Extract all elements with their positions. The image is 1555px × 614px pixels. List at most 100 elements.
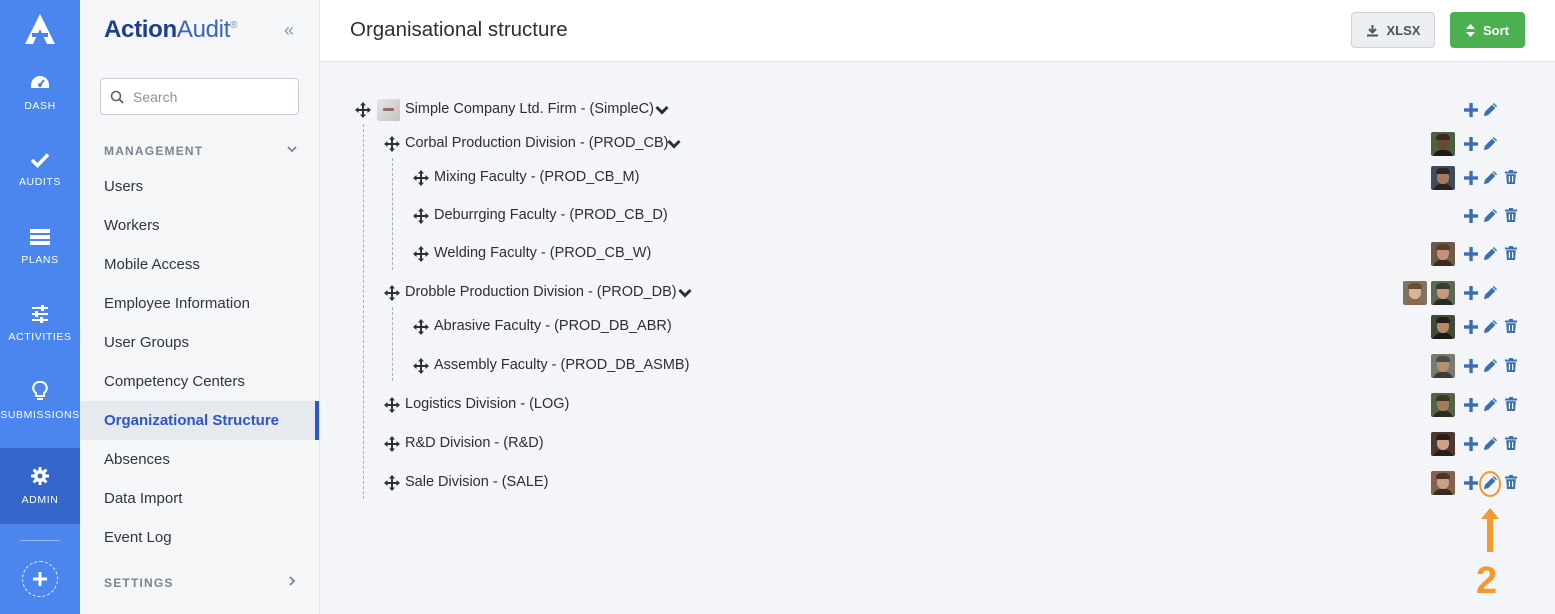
move-handle-icon xyxy=(413,246,429,262)
trash-icon xyxy=(1505,170,1517,189)
move-handle[interactable] xyxy=(384,397,400,413)
export-xlsx-button[interactable]: XLSX xyxy=(1351,12,1435,48)
edit-button[interactable] xyxy=(1482,102,1498,118)
pencil-icon xyxy=(1483,397,1498,417)
add-child-button[interactable] xyxy=(1463,319,1479,335)
chevron-down-icon[interactable] xyxy=(678,286,692,300)
tree-node-label[interactable]: R&D Division - (R&D) xyxy=(405,435,544,451)
add-child-button[interactable] xyxy=(1463,397,1479,413)
chevron-down-icon[interactable] xyxy=(655,103,669,117)
annotation-step-number: 2 xyxy=(1476,560,1498,602)
plus-icon xyxy=(1464,320,1478,339)
delete-button[interactable] xyxy=(1503,246,1519,262)
avatar[interactable] xyxy=(1431,393,1455,417)
move-handle-icon xyxy=(355,102,371,118)
move-handle-icon xyxy=(413,358,429,374)
brand-main: Action xyxy=(104,16,177,43)
add-child-button[interactable] xyxy=(1463,246,1479,262)
tree-node-label[interactable]: Simple Company Ltd. Firm - (SimpleC) xyxy=(405,101,654,117)
sort-icon xyxy=(1466,23,1475,37)
tree-node-label[interactable]: Mixing Faculty - (PROD_CB_M) xyxy=(434,169,639,185)
avatar[interactable] xyxy=(1431,132,1455,156)
edit-button[interactable] xyxy=(1482,358,1498,374)
delete-button[interactable] xyxy=(1503,475,1519,491)
move-handle[interactable] xyxy=(413,246,429,262)
tree-node-label[interactable]: Welding Faculty - (PROD_CB_W) xyxy=(434,245,651,261)
move-handle[interactable] xyxy=(384,475,400,491)
settings-section-header[interactable]: SETTINGS xyxy=(104,576,300,590)
avatar[interactable] xyxy=(1431,432,1455,456)
delete-button[interactable] xyxy=(1503,358,1519,374)
delete-button[interactable] xyxy=(1503,170,1519,186)
avatar[interactable] xyxy=(1403,281,1427,305)
avatar[interactable] xyxy=(1431,354,1455,378)
sort-button[interactable]: Sort xyxy=(1450,12,1525,48)
edit-button[interactable] xyxy=(1482,285,1498,301)
collapse-sidebar-icon[interactable]: « xyxy=(284,20,294,41)
tree-node-label[interactable]: Sale Division - (SALE) xyxy=(405,474,548,490)
plus-icon xyxy=(1464,171,1478,190)
dashboard-icon xyxy=(31,76,49,88)
move-handle[interactable] xyxy=(413,319,429,335)
delete-button[interactable] xyxy=(1503,397,1519,413)
tree-node-label[interactable]: Corbal Production Division - (PROD_CB) xyxy=(405,135,669,151)
move-handle[interactable] xyxy=(355,102,371,118)
tree-row: Simple Company Ltd. Firm - (SimpleC) xyxy=(0,96,1555,124)
tree-node-label[interactable]: Deburrging Faculty - (PROD_CB_D) xyxy=(434,207,668,223)
delete-button[interactable] xyxy=(1503,319,1519,335)
plus-icon xyxy=(1464,103,1478,122)
move-handle[interactable] xyxy=(384,285,400,301)
tree-row: Abrasive Faculty - (PROD_DB_ABR) xyxy=(0,313,1555,341)
add-shortcut-button[interactable] xyxy=(22,561,58,597)
xlsx-label: XLSX xyxy=(1386,22,1421,38)
add-child-button[interactable] xyxy=(1463,170,1479,186)
avatar[interactable] xyxy=(1431,471,1455,495)
add-child-button[interactable] xyxy=(1463,136,1479,152)
delete-button[interactable] xyxy=(1503,436,1519,452)
edit-button[interactable] xyxy=(1482,246,1498,262)
move-handle[interactable] xyxy=(384,136,400,152)
tree-node-label[interactable]: Drobble Production Division - (PROD_DB) xyxy=(405,284,677,300)
sort-label: Sort xyxy=(1483,22,1509,38)
add-child-button[interactable] xyxy=(1463,285,1479,301)
avatar[interactable] xyxy=(1431,166,1455,190)
download-icon xyxy=(1366,24,1378,36)
chevron-down-icon[interactable] xyxy=(667,137,681,151)
tree-row: Sale Division - (SALE) xyxy=(0,469,1555,497)
add-child-button[interactable] xyxy=(1463,358,1479,374)
move-handle-icon xyxy=(384,136,400,152)
tree-node-label[interactable]: Assembly Faculty - (PROD_DB_ASMB) xyxy=(434,357,689,373)
move-handle[interactable] xyxy=(384,436,400,452)
move-handle[interactable] xyxy=(413,170,429,186)
delete-button[interactable] xyxy=(1503,208,1519,224)
pencil-icon xyxy=(1483,436,1498,456)
plus-icon xyxy=(1464,359,1478,378)
chevron-right-icon xyxy=(289,576,296,586)
edit-button[interactable] xyxy=(1482,208,1498,224)
add-child-button[interactable] xyxy=(1463,475,1479,491)
page-title: Organisational structure xyxy=(350,18,568,41)
app-logo-icon[interactable] xyxy=(0,12,80,52)
edit-button[interactable] xyxy=(1482,319,1498,335)
avatar[interactable] xyxy=(1431,281,1455,305)
tree-node-label[interactable]: Logistics Division - (LOG) xyxy=(405,396,569,412)
tree-row: Corbal Production Division - (PROD_CB) xyxy=(0,130,1555,158)
avatar[interactable] xyxy=(1431,242,1455,266)
plus-icon xyxy=(1464,437,1478,456)
add-child-button[interactable] xyxy=(1463,102,1479,118)
edit-button[interactable] xyxy=(1482,170,1498,186)
move-handle[interactable] xyxy=(413,208,429,224)
edit-button[interactable] xyxy=(1482,436,1498,452)
sidebar-item-event-log[interactable]: Event Log xyxy=(80,518,319,557)
brand-logo[interactable]: ActionAudit® xyxy=(104,16,237,44)
edit-button[interactable] xyxy=(1482,136,1498,152)
add-child-button[interactable] xyxy=(1463,208,1479,224)
move-handle[interactable] xyxy=(413,358,429,374)
trash-icon xyxy=(1505,208,1517,227)
edit-button[interactable] xyxy=(1482,397,1498,413)
avatar[interactable] xyxy=(1431,315,1455,339)
rail-divider xyxy=(20,540,60,541)
trash-icon xyxy=(1505,319,1517,338)
tree-node-label[interactable]: Abrasive Faculty - (PROD_DB_ABR) xyxy=(434,318,672,334)
add-child-button[interactable] xyxy=(1463,436,1479,452)
